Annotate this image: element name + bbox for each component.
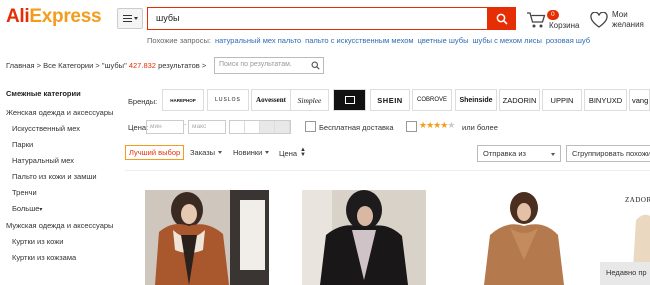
chevron-down-icon: ▾ — [39, 207, 43, 213]
heart-icon — [590, 12, 608, 28]
brand-sheinside[interactable]: Sheinside — [455, 89, 497, 111]
product-image-3[interactable] — [462, 190, 586, 285]
related-link[interactable]: розовая шуб — [546, 36, 590, 45]
cart-count-badge: 0 — [547, 10, 559, 20]
brand-cobrove[interactable]: COBROVE — [412, 89, 452, 111]
sidebar-item-mens-clothing[interactable]: Мужская одежда и аксессуары — [6, 221, 121, 231]
related-label: Похожие запросы: — [147, 36, 211, 45]
sidebar-item-leather-jackets[interactable]: Куртки из кожи — [6, 237, 121, 247]
result-count: 427.832 — [128, 61, 156, 70]
search-icon[interactable] — [311, 61, 320, 70]
price-min-input[interactable]: мин — [146, 120, 184, 134]
sidebar-item-faux-fur[interactable]: Искусственный мех — [6, 124, 121, 134]
search-within-results-input[interactable]: Поиск по результатам. — [214, 57, 324, 74]
category-menu-button[interactable] — [117, 8, 143, 29]
ship-from-select[interactable]: Отправка из — [477, 145, 561, 162]
wishlist-label: Мои желания — [612, 10, 644, 29]
brand-vang[interactable]: vang — [629, 89, 650, 111]
related-link[interactable]: натуральный мех пальто — [215, 36, 301, 45]
divider — [125, 170, 650, 171]
brand-binyuxd[interactable]: BINYUXD — [584, 89, 627, 111]
related-searches: Похожие запросы: натуральный мех пальто па… — [147, 36, 590, 45]
brand-harephop[interactable]: HAREPHOP — [162, 89, 204, 111]
chevron-down-icon — [265, 151, 270, 154]
cart-label: Корзина — [549, 21, 580, 30]
brand-logo-mark — [344, 96, 355, 104]
brand-shein[interactable]: SHEIN — [370, 89, 410, 111]
star-empty-icon: ★ — [447, 120, 455, 130]
aliexpress-logo[interactable]: AliExpress — [6, 6, 102, 28]
chevron-down-icon — [218, 151, 223, 154]
sort-best-match[interactable]: Лучший выбор — [125, 145, 185, 160]
brand-luslos[interactable]: LUSLOS — [207, 89, 249, 111]
breadcrumb-all-categories[interactable]: Все Категории — [43, 61, 93, 70]
view-toggle[interactable] — [229, 120, 291, 134]
search-button[interactable] — [487, 7, 516, 30]
brand-simplee[interactable]: Simplee — [290, 89, 329, 111]
cart-icon — [527, 12, 546, 28]
product-image-1[interactable] — [145, 190, 269, 285]
sidebar-title: Смежные категории — [6, 89, 81, 98]
chevron-down-icon — [133, 17, 138, 20]
sidebar-item-leather-coats[interactable]: Пальто из кожи и замши — [6, 172, 121, 182]
price-max-input[interactable]: макс — [188, 120, 226, 134]
brand-logo-dark[interactable] — [333, 89, 366, 111]
brand-zadorin[interactable]: ZADORIN — [499, 89, 540, 111]
sidebar-item-trench[interactable]: Тренчи — [6, 188, 121, 198]
price-dash: - — [184, 122, 187, 129]
related-link[interactable]: пальто с искусственным мехом — [305, 36, 413, 45]
brands-label: Бренды: — [128, 97, 158, 106]
hamburger-icon — [122, 15, 132, 22]
sidebar-item-faux-leather-jackets[interactable]: Куртки из кожзама — [6, 253, 121, 263]
search-input[interactable]: шубы — [147, 7, 488, 30]
group-similar-select[interactable]: Сгруппировать похожие — [566, 145, 650, 162]
sort-new[interactable]: Новинки — [233, 148, 270, 157]
related-link[interactable]: цветные шубы — [418, 36, 469, 45]
header: AliExpress шубы Похожие запросы: натураль… — [0, 0, 650, 54]
wishlist-button[interactable]: Мои желания — [590, 10, 650, 34]
sidebar-item-more[interactable]: Больше▾ — [6, 204, 121, 215]
cart-button[interactable]: 0 Корзина — [526, 8, 586, 32]
brand-aovessent[interactable]: Aovessent — [251, 89, 291, 111]
chevron-down-icon — [551, 153, 555, 156]
sidebar-item-real-fur[interactable]: Натуральный мех — [6, 156, 121, 166]
related-link[interactable]: шубы с мехом лисы — [472, 36, 541, 45]
free-shipping-label: Бесплатная доставка — [319, 123, 394, 132]
product-image-2[interactable] — [302, 190, 426, 285]
free-shipping-checkbox[interactable] — [305, 121, 316, 132]
breadcrumb-query: "шубы" — [101, 61, 127, 70]
rating-more-label: или более — [462, 123, 498, 132]
related-categories-sidebar: Смежные категории Женская одежда и аксес… — [6, 89, 121, 269]
rating-checkbox[interactable] — [406, 121, 417, 132]
product-brand-overlay: ZADOR — [625, 196, 650, 204]
brand-uppin[interactable]: UPPIN — [542, 89, 582, 111]
sort-orders[interactable]: Заказы — [190, 148, 223, 157]
breadcrumb-home[interactable]: Главная — [6, 61, 35, 70]
breadcrumb: Главная > Все Категории > "шубы" 427.832… — [6, 61, 207, 70]
star-rating: ★★★★★ — [419, 120, 455, 131]
sort-price[interactable]: Цена ▲ ▼ — [279, 147, 306, 158]
sort-bar: Лучший выбор Заказы Новинки Цена ▲ ▼ Отпра… — [125, 145, 650, 165]
sidebar-item-parkas[interactable]: Парки — [6, 140, 121, 150]
recently-viewed-tab[interactable]: Недавно пр — [600, 262, 650, 285]
search-icon — [496, 13, 508, 25]
sort-arrows-icon: ▲ ▼ — [300, 147, 306, 158]
results-label: результатов > — [158, 61, 207, 70]
sidebar-item-womens-clothing[interactable]: Женская одежда и аксессуары — [6, 108, 121, 118]
